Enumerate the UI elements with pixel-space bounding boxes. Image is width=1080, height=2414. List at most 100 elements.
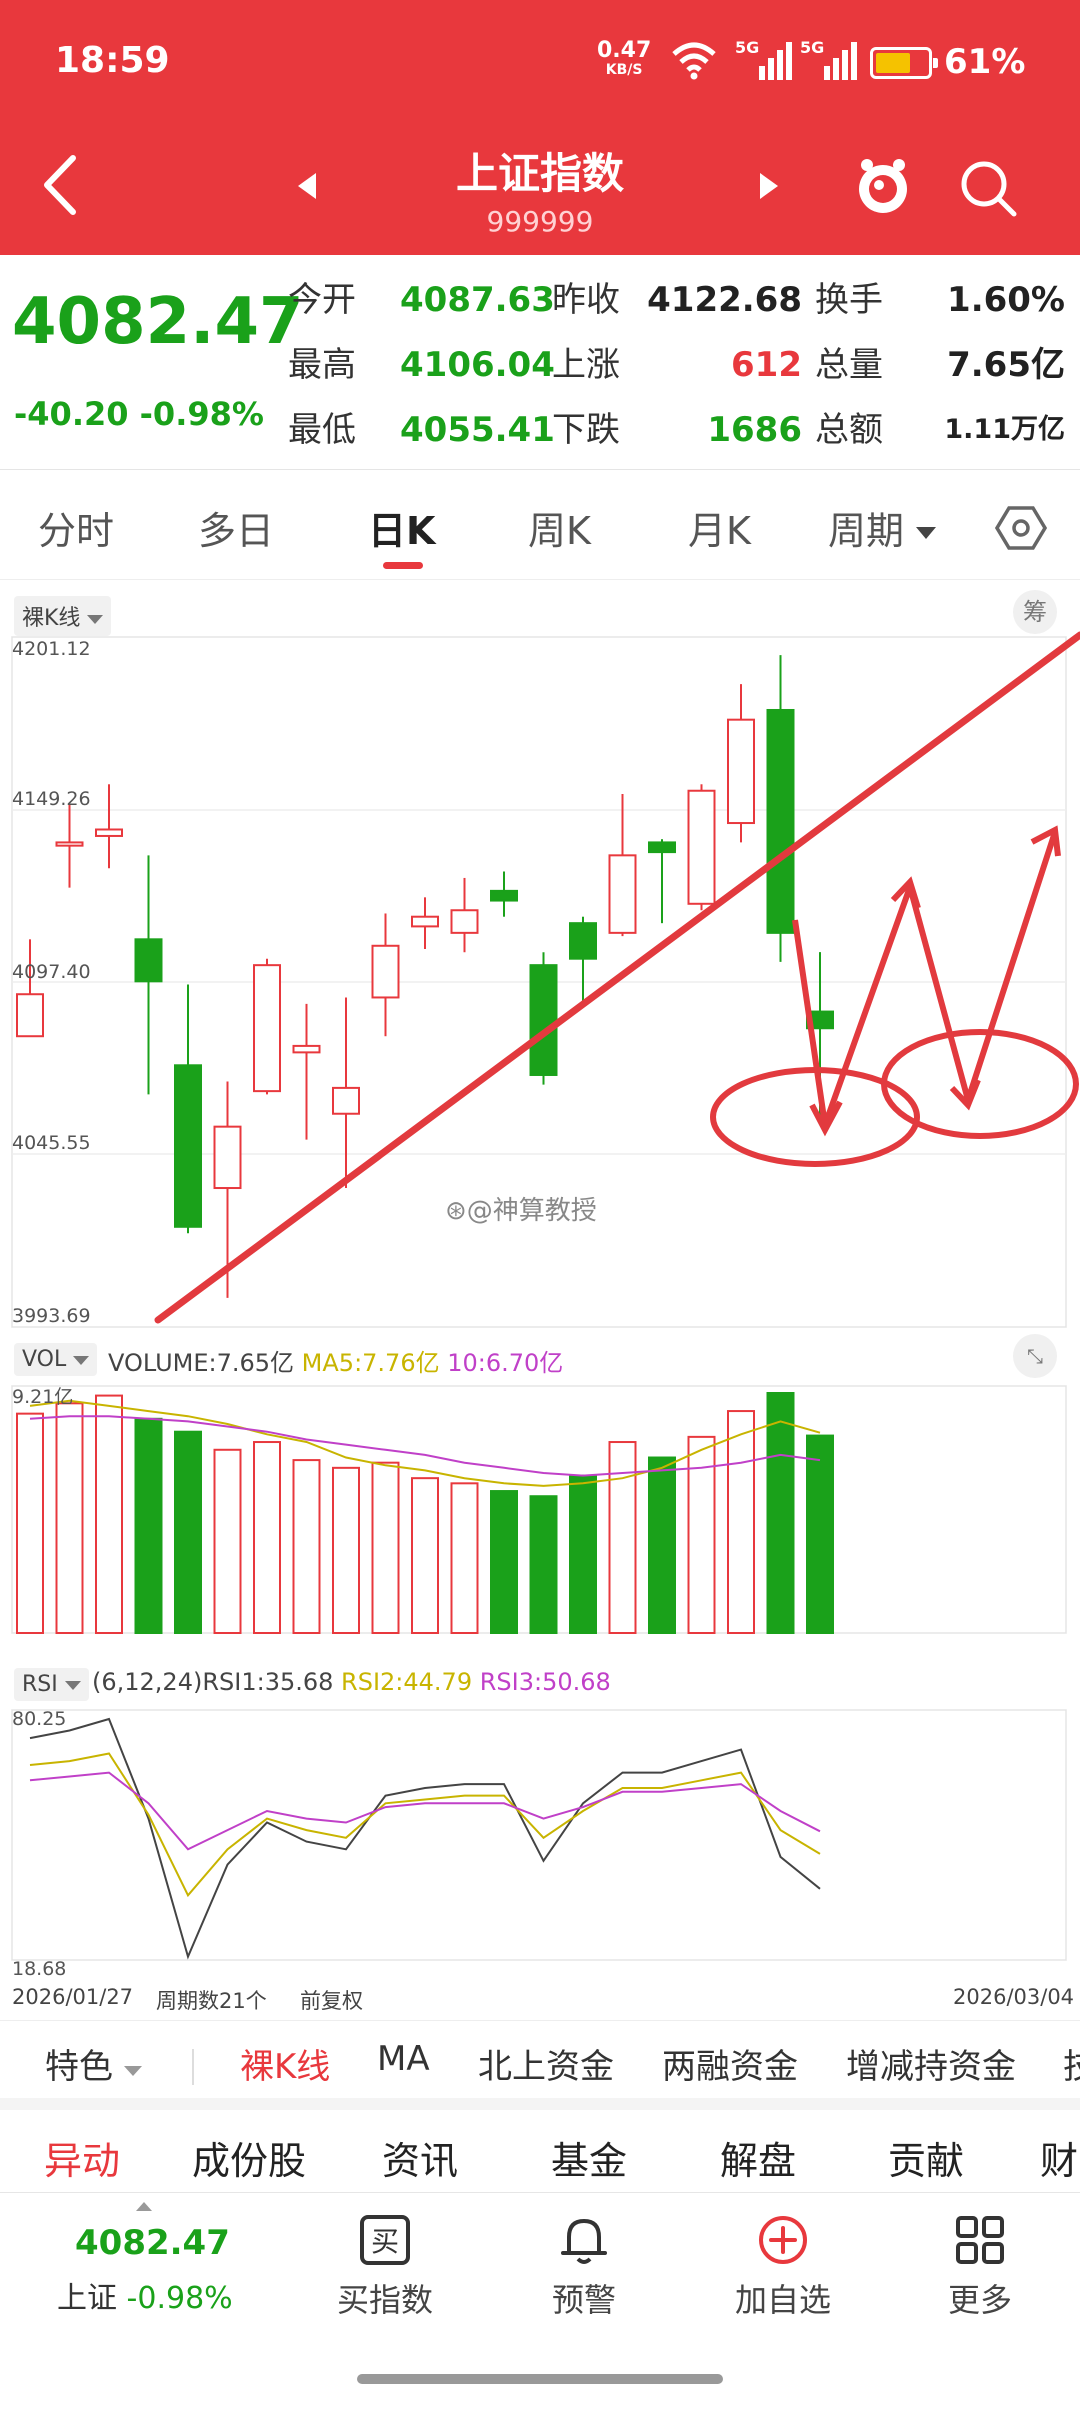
y-label-4: 3993.69 — [12, 1305, 91, 1327]
period-tabs: 分时 多日 日K 周K 月K 周期 — [0, 480, 1080, 580]
rsi-bottom-label: 18.68 — [12, 1958, 67, 1980]
volume-bar-18 — [727, 1410, 755, 1634]
mascot-icon[interactable] — [855, 155, 911, 215]
candle-body-12 — [490, 889, 518, 902]
caret-down-icon — [87, 615, 104, 624]
rsi-panel-frame — [11, 1709, 1067, 1961]
info-tab-contribution[interactable]: 贡献 — [888, 2130, 964, 2185]
candle-body-15 — [608, 854, 637, 934]
volume-bar-9 — [371, 1461, 400, 1635]
tab-daily-k[interactable]: 日K — [368, 500, 435, 555]
status-time: 18:59 — [55, 40, 170, 81]
axis-end-date: 2026/03/04 — [953, 1985, 1075, 2009]
add-circle-icon — [759, 2216, 807, 2264]
buy-index-button[interactable]: 买 买指数 — [315, 2213, 455, 2321]
label-turnover: 换手 — [815, 280, 883, 320]
axis-adjust-mode[interactable]: 前复权 — [300, 1985, 363, 2015]
volume-top-label: 9.21亿 — [12, 1386, 74, 1408]
active-tab-indicator — [383, 562, 423, 569]
info-tab-news[interactable]: 资讯 — [382, 2130, 458, 2185]
info-tab-analysis[interactable]: 解盘 — [720, 2130, 796, 2185]
tab-multiday[interactable]: 多日 — [198, 500, 274, 555]
expand-icon[interactable]: ⤡ — [1013, 1334, 1057, 1378]
status-bar: 18:59 0.47 KB/S 5G 5G 61% — [55, 38, 1026, 82]
tab-monthly-k[interactable]: 月K — [688, 500, 751, 555]
caret-down-icon — [123, 2066, 142, 2076]
rsi1-line — [29, 1717, 821, 1960]
next-stock-button[interactable] — [760, 173, 778, 199]
y-label-0: 4201.12 — [12, 638, 91, 660]
label-advance: 上涨 — [552, 345, 620, 385]
settings-hexagon-icon[interactable] — [995, 502, 1047, 554]
rsi-indicator-dropdown[interactable]: RSI — [14, 1668, 89, 1701]
bottom-index-change[interactable]: 上证 -0.98% — [57, 2273, 233, 2317]
volume-bar-14 — [569, 1474, 597, 1634]
kline-mode-dropdown[interactable]: 裸K线 — [14, 596, 112, 636]
candle-body-2 — [95, 828, 123, 837]
value-decline: 1686 — [707, 410, 802, 450]
search-icon[interactable] — [958, 158, 1018, 218]
home-indicator[interactable] — [357, 2374, 723, 2384]
candles-layer — [16, 655, 834, 1298]
indicator-tab-naked-k[interactable]: 裸K线 — [240, 2039, 330, 2088]
volume-indicator-dropdown[interactable]: VOL — [14, 1343, 98, 1376]
grid-icon — [956, 2216, 1004, 2264]
stock-code: 999999 — [486, 205, 594, 238]
candle-body-9 — [371, 944, 400, 999]
alert-button[interactable]: 预警 — [514, 2213, 654, 2321]
axis-start-date: 2026/01/27 — [12, 1985, 134, 2009]
more-button[interactable]: 更多 — [910, 2213, 1050, 2321]
tab-intraday[interactable]: 分时 — [38, 500, 114, 555]
candle-body-6 — [253, 964, 281, 1093]
tab-weekly-k[interactable]: 周K — [528, 500, 591, 555]
indicator-tab-margin[interactable]: 两融资金 — [662, 2039, 798, 2088]
page-title: 上证指数 — [455, 149, 624, 198]
value-amount: 1.11万亿 — [944, 414, 1065, 445]
tab-period-dropdown[interactable]: 周期 — [828, 500, 937, 555]
quote-panel: 4082.47 -40.20 -0.98% 今开 4087.63 昨收 4122… — [0, 255, 1080, 470]
y-label-3: 4045.55 — [12, 1132, 91, 1154]
indicator-tab-northbound[interactable]: 北上资金 — [478, 2039, 614, 2088]
volume-bar-4 — [174, 1430, 202, 1634]
volume-bar-12 — [490, 1490, 518, 1634]
label-open: 今开 — [288, 280, 356, 320]
candle-body-5 — [213, 1125, 242, 1190]
chip-distribution-button[interactable]: 筹 — [1013, 590, 1057, 634]
rsi-top-label: 80.25 — [12, 1708, 67, 1730]
value-prev-close: 4122.68 — [647, 280, 802, 320]
info-tab-movement[interactable]: 异动 — [44, 2130, 120, 2185]
trend-line-annotation — [154, 631, 1080, 1324]
indicator-tab-holdings-change[interactable]: 增减持资金 — [846, 2039, 1016, 2088]
candle-body-14 — [569, 922, 597, 960]
hand-annotations — [154, 631, 1080, 1324]
indicator-tab-ma[interactable]: MA — [377, 2039, 430, 2079]
bell-icon — [561, 2219, 607, 2264]
rsi-lines — [29, 1717, 821, 1960]
svg-text:买: 买 — [371, 2225, 399, 2258]
indicator-tabs: 特色 裸K线 MA 北上资金 两融资金 增减持资金 技 — [0, 2020, 1080, 2110]
label-low: 最低 — [288, 410, 356, 450]
indicator-tab-featured[interactable]: 特色 — [45, 2039, 142, 2088]
axis-period-count: 周期数21个 — [156, 1989, 267, 2013]
battery-fill — [876, 53, 911, 73]
net-speed: 0.47 KB/S — [597, 38, 652, 79]
value-turnover: 1.60% — [947, 280, 1065, 320]
candle-body-11 — [450, 909, 479, 934]
volume-bar-7 — [292, 1459, 321, 1635]
value-open: 4087.63 — [400, 280, 555, 320]
info-tab-constituents[interactable]: 成份股 — [192, 2130, 306, 2185]
caret-down-icon — [916, 526, 937, 539]
rsi2-line — [29, 1752, 821, 1898]
add-watchlist-button[interactable]: 加自选 — [713, 2213, 853, 2321]
current-price: 4082.47 — [12, 285, 304, 359]
y-label-2: 4097.40 — [12, 961, 91, 983]
volume-bar-19 — [766, 1392, 795, 1634]
kline-chart[interactable] — [0, 580, 1080, 2020]
volume-bar-8 — [332, 1466, 360, 1634]
info-tab-funds[interactable]: 基金 — [551, 2130, 627, 2185]
volume-bar-13 — [529, 1495, 558, 1635]
value-advance: 612 — [731, 345, 802, 385]
indicator-tab-more[interactable]: 技 — [1063, 2039, 1080, 2088]
bottom-price: 4082.47 — [75, 2223, 230, 2263]
info-tab-finance[interactable]: 财 — [1040, 2130, 1078, 2185]
